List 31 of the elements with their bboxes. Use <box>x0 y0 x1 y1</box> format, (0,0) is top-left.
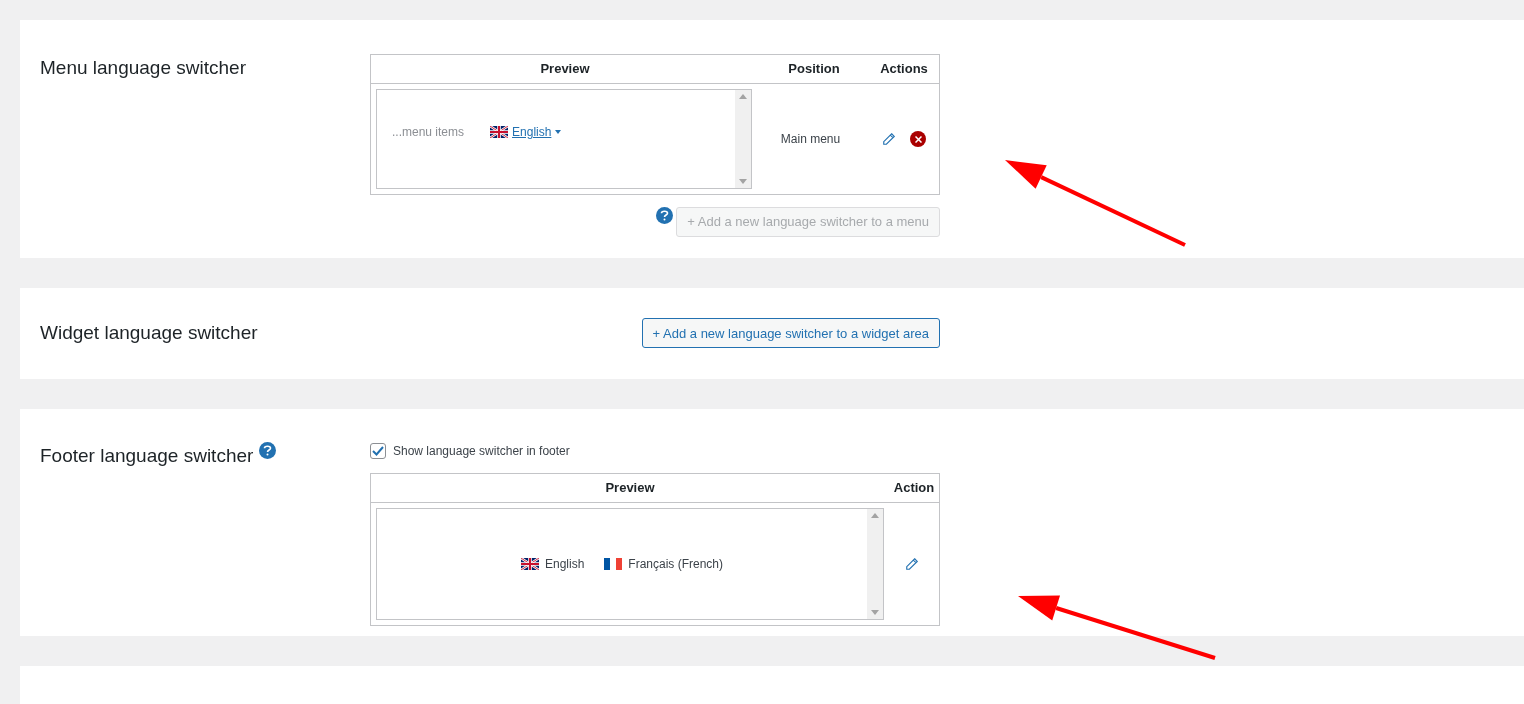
language-label: English <box>544 556 585 574</box>
scrollbar[interactable] <box>867 509 883 620</box>
flag-icon <box>520 558 539 571</box>
checkbox[interactable] <box>370 443 386 460</box>
scroll-down-icon[interactable] <box>739 179 747 184</box>
section-title: Widget language switcher <box>40 322 258 344</box>
language-link[interactable]: English <box>512 123 552 141</box>
edit-pencil-icon[interactable] <box>882 132 896 146</box>
caret-icon <box>555 130 562 134</box>
section-title: Menu language switcher <box>40 57 246 78</box>
preview-text: ...menu items <box>392 124 465 141</box>
checkbox-label: Show language switcher in footer <box>393 443 570 461</box>
column-header: Preview <box>604 479 656 498</box>
section-title: Footer language switcher <box>40 444 254 469</box>
flag-icon <box>604 558 623 571</box>
column-header: Action <box>892 479 936 498</box>
scroll-down-icon[interactable] <box>871 610 879 616</box>
scroll-up-icon[interactable] <box>871 513 879 519</box>
add-switcher-button[interactable]: + Add a new language switcher to a widget area <box>641 318 940 349</box>
column-header: Position <box>787 60 841 79</box>
scroll-up-icon[interactable] <box>739 94 747 99</box>
column-header: Actions <box>879 60 929 79</box>
help-icon[interactable] <box>259 442 277 460</box>
delete-icon[interactable] <box>910 131 926 147</box>
column-header: Preview <box>539 60 591 79</box>
position-text: Main menu <box>779 131 842 148</box>
language-label: Français (French) <box>628 556 723 574</box>
flag-icon <box>490 126 509 138</box>
help-icon[interactable] <box>656 207 674 224</box>
scrollbar[interactable] <box>735 90 751 188</box>
edit-pencil-icon[interactable] <box>904 557 919 572</box>
